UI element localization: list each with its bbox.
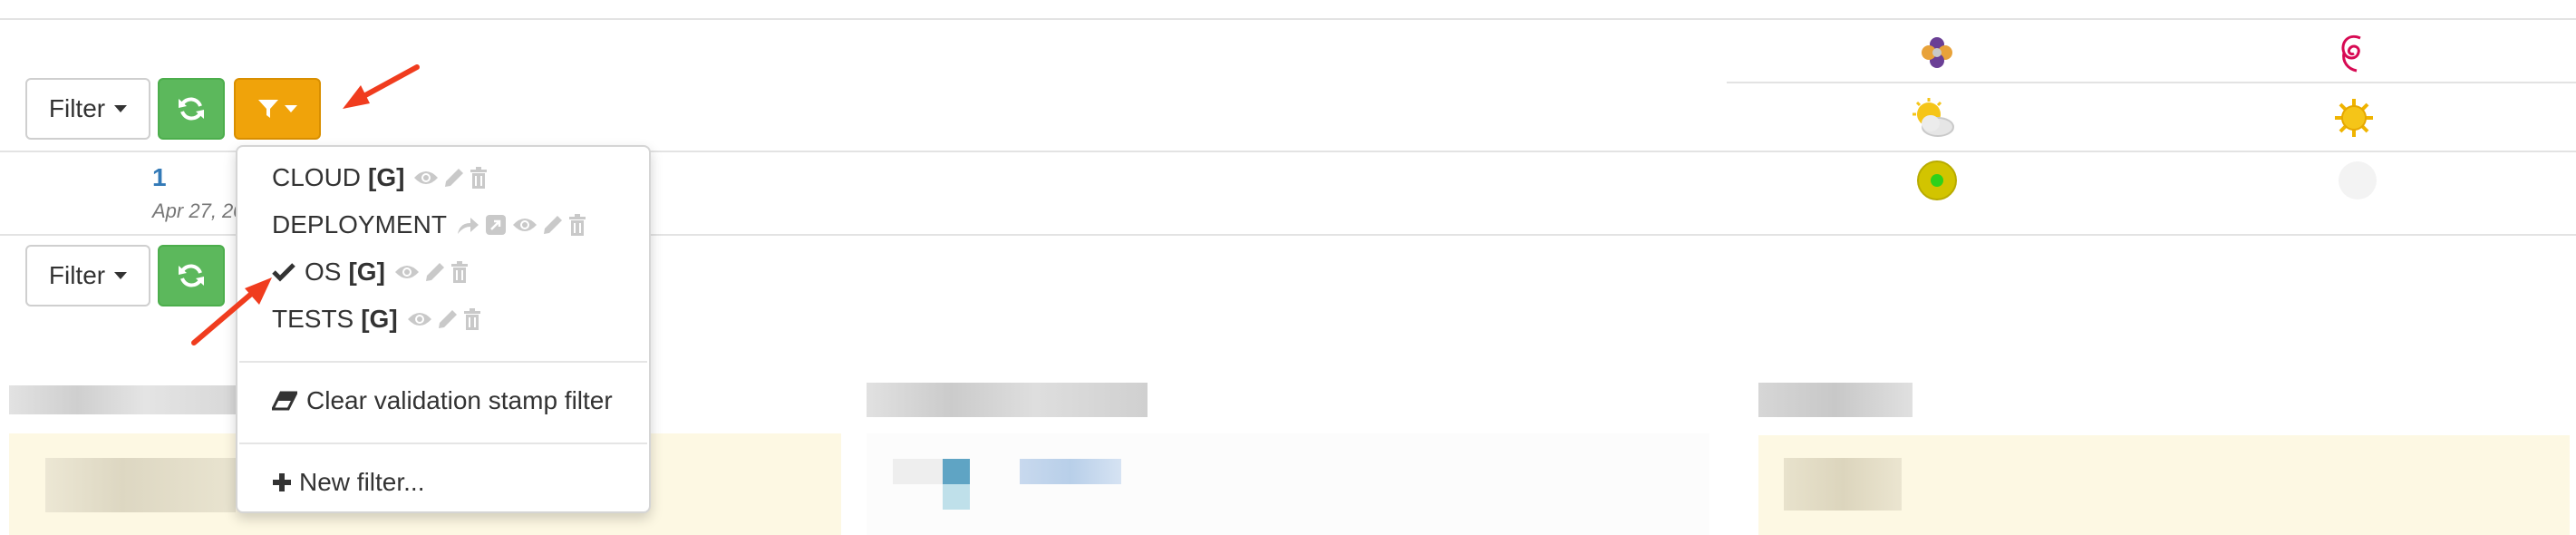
pencil-icon[interactable] <box>425 262 445 282</box>
filter-dropdown-button[interactable]: Filter <box>25 78 150 140</box>
menu-item-tag: [G] <box>368 163 405 191</box>
eye-icon[interactable] <box>407 310 432 328</box>
filter-label: Filter <box>48 261 106 289</box>
menu-item-label: DEPLOYMENT <box>272 210 447 238</box>
menu-divider <box>239 443 647 444</box>
blurred-chip-4 <box>893 459 943 484</box>
menu-item-cloud[interactable]: CLOUD [G] <box>272 163 488 192</box>
menu-item-tests[interactable]: TESTS [G] <box>272 305 481 334</box>
caret-down-icon <box>114 105 128 112</box>
filter-label: Filter <box>48 94 106 122</box>
status-dot-icon <box>1916 160 1958 201</box>
debian-swirl-icon <box>2337 31 2369 74</box>
menu-item-label: TESTS <box>272 305 354 333</box>
menu-item-label: New filter... <box>299 468 425 496</box>
blurred-panel-left <box>9 385 236 414</box>
header-divider <box>1727 82 2576 83</box>
blurred-chip-2 <box>943 484 970 510</box>
menu-item-tag: [G] <box>348 258 385 286</box>
blurred-chip-1 <box>943 459 970 484</box>
refresh-button[interactable] <box>158 78 225 140</box>
eye-icon[interactable] <box>512 216 537 234</box>
menu-item-label: OS <box>305 258 342 286</box>
sun-icon <box>2334 98 2374 138</box>
trash-icon[interactable] <box>463 308 481 330</box>
caret-down-icon <box>285 105 297 112</box>
pencil-icon[interactable] <box>438 309 458 329</box>
top-border <box>0 18 2576 20</box>
annotation-arrow-icon <box>191 277 272 345</box>
blurred-panel-right-title <box>1758 383 1913 417</box>
status-dot-empty <box>2339 161 2377 199</box>
refresh-icon <box>179 97 204 121</box>
build-date: Apr 27, 20 <box>152 199 245 222</box>
annotation-arrow-icon <box>343 64 420 109</box>
cloudy-sun-icon <box>1911 98 1956 138</box>
blurred-chip-3 <box>1020 459 1121 484</box>
blurred-block-right <box>1784 458 1902 511</box>
validation-filter-button[interactable] <box>234 78 321 140</box>
trash-icon[interactable] <box>568 214 586 236</box>
pencil-icon[interactable] <box>444 168 464 188</box>
menu-divider <box>239 361 647 363</box>
validation-filter-menu: CLOUD [G] DEPLOYMENT OS [G] TESTS [G] Cl… <box>236 145 651 513</box>
blurred-block-left <box>45 458 236 512</box>
pinwheel-icon <box>1919 34 1955 71</box>
pencil-icon[interactable] <box>543 215 563 235</box>
menu-item-clear-filter[interactable]: Clear validation stamp filter <box>272 386 613 415</box>
filter-dropdown-button-bottom[interactable]: Filter <box>25 245 150 306</box>
external-icon[interactable] <box>485 214 507 236</box>
eraser-icon <box>272 391 297 411</box>
menu-item-label: Clear validation stamp filter <box>306 386 613 414</box>
menu-item-label: CLOUD <box>272 163 362 191</box>
trash-icon[interactable] <box>470 167 488 189</box>
menu-item-os[interactable]: OS [G] <box>272 258 469 287</box>
build-number-link[interactable]: 1 <box>152 163 167 192</box>
blurred-panel-mid-title <box>867 383 1148 417</box>
eye-icon[interactable] <box>413 169 439 187</box>
filter-icon <box>258 100 278 118</box>
share-icon[interactable] <box>456 215 479 235</box>
menu-item-deployment[interactable]: DEPLOYMENT <box>272 210 586 239</box>
plus-icon <box>273 473 291 491</box>
blurred-panel-mid-body <box>867 433 1709 535</box>
menu-item-new-filter[interactable]: New filter... <box>272 468 424 497</box>
trash-icon[interactable] <box>450 261 469 283</box>
eye-icon[interactable] <box>394 263 420 281</box>
menu-item-tag: [G] <box>361 305 398 333</box>
caret-down-icon <box>114 272 128 279</box>
